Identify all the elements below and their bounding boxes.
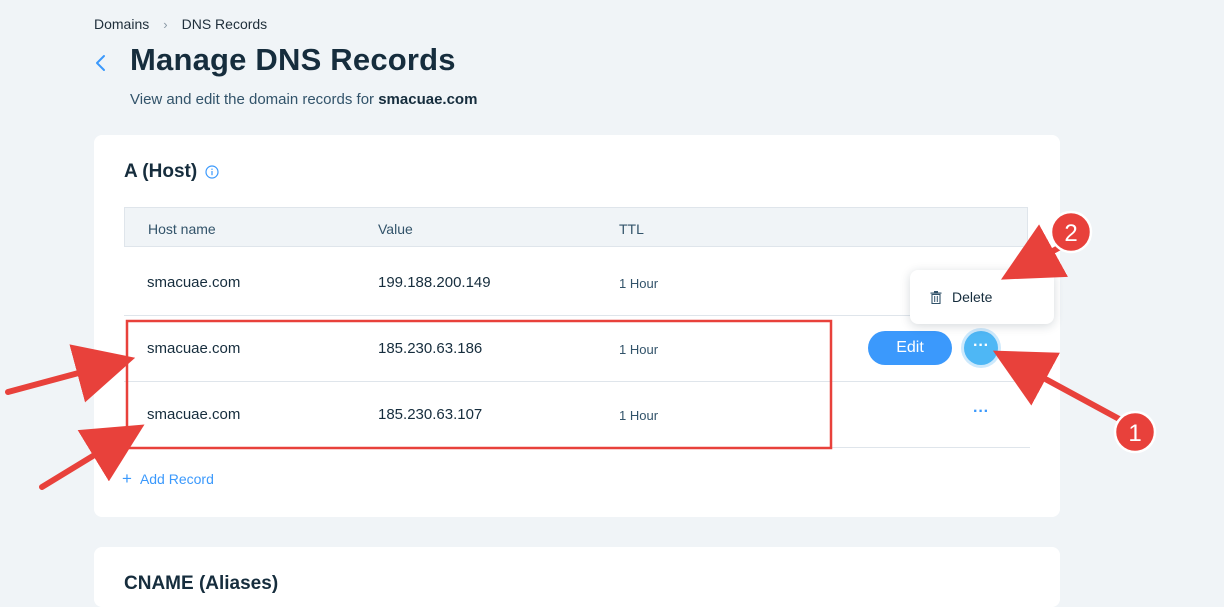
more-icon[interactable]: ···	[964, 331, 998, 365]
add-record-label: Add Record	[139, 471, 214, 487]
row-ttl: 1 Hour	[619, 408, 659, 423]
breadcrumb: Domains › DNS Records	[94, 16, 267, 32]
row-value: 199.188.200.149	[378, 274, 491, 291]
row-ttl: 1 Hour	[619, 342, 659, 357]
delete-menu-item[interactable]: Delete	[930, 289, 992, 305]
row-value: 185.230.63.186	[378, 340, 483, 357]
breadcrumb-domains[interactable]: Domains	[94, 16, 149, 32]
row-host: smacuae.com	[147, 274, 241, 291]
badge-1-label: 1	[1128, 420, 1141, 447]
badge-2-label: 2	[1064, 220, 1077, 247]
a-host-section-title: A (Host)	[124, 161, 219, 183]
chevron-right-icon: ›	[163, 16, 168, 32]
table-header: Host name Value TTL	[124, 207, 1028, 247]
table-row: smacuae.com 199.188.200.149 1 Hour	[124, 249, 1030, 316]
column-header-value: Value	[378, 221, 413, 237]
delete-label: Delete	[952, 289, 993, 305]
a-host-title: A (Host)	[124, 161, 198, 182]
add-record-button[interactable]: + Add Record	[122, 469, 214, 488]
table-row: smacuae.com 185.230.63.186 1 Hour Edit ·…	[124, 315, 1030, 382]
row-ttl: 1 Hour	[619, 276, 659, 291]
edit-button[interactable]: Edit	[868, 331, 952, 365]
breadcrumb-dns-records: DNS Records	[181, 16, 268, 32]
subtitle-text: View and edit the domain records for	[130, 91, 379, 108]
row-actions-dropdown: Delete	[910, 270, 1054, 324]
trash-icon	[930, 290, 942, 304]
row-host: smacuae.com	[147, 340, 241, 357]
a-host-card: A (Host) Host name Value TTL smacuae.com…	[94, 135, 1060, 517]
table-row: smacuae.com 185.230.63.107 1 Hour ···	[124, 381, 1030, 448]
annotation-badge-1: 1	[1113, 410, 1157, 454]
chevron-left-icon[interactable]	[92, 51, 110, 75]
page-subtitle: View and edit the domain records for sma…	[130, 91, 477, 108]
info-icon[interactable]	[205, 165, 219, 179]
cname-card: CNAME (Aliases)	[94, 547, 1060, 607]
column-header-ttl: TTL	[619, 221, 644, 237]
cname-section-title: CNAME (Aliases)	[124, 573, 279, 594]
more-icon[interactable]: ···	[964, 397, 998, 431]
column-header-host-name: Host name	[148, 221, 216, 237]
subtitle-domain: smacuae.com	[378, 91, 478, 108]
plus-icon: +	[122, 469, 132, 488]
row-host: smacuae.com	[147, 406, 241, 423]
page-title: Manage DNS Records	[130, 42, 456, 77]
row-value: 185.230.63.107	[378, 406, 483, 423]
